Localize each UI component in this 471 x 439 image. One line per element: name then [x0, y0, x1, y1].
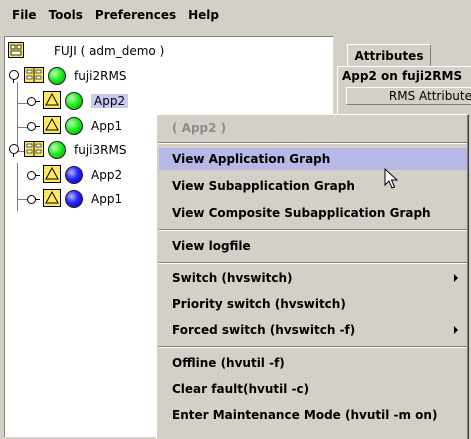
menu-item-label: Forced switch (hvswitch -f): [172, 323, 356, 337]
tree-node-fuji2rms[interactable]: fuji2RMS: [8, 64, 126, 88]
tree-root-label: FUJI ( adm_demo ): [54, 44, 165, 58]
expand-toggle-icon[interactable]: [27, 120, 40, 132]
context-menu: ( App2 ) View Application Graph View Sub…: [156, 114, 469, 439]
menu-item-offline[interactable]: Offline (hvutil -f): [159, 352, 467, 374]
menu-separator: [159, 142, 467, 144]
menu-item-label: Switch (hvswitch): [172, 271, 293, 285]
expand-toggle-icon[interactable]: [27, 193, 40, 205]
mouse-pointer-icon: [384, 167, 399, 193]
offline-status-icon: [65, 166, 83, 184]
tree-node-label: fuji3RMS: [74, 143, 127, 157]
tab-attributes[interactable]: Attributes: [347, 44, 431, 66]
menu-item-forced-switch[interactable]: Forced switch (hvswitch -f): [159, 319, 467, 341]
menu-tools[interactable]: Tools: [49, 8, 83, 22]
application-icon: [43, 90, 61, 112]
tree-node-label: App1: [91, 192, 123, 206]
tree-node-label: App2: [91, 94, 129, 108]
tree-node-label: App2: [91, 168, 123, 182]
server-icon: [24, 140, 44, 160]
menu-separator: [159, 229, 467, 231]
tree-node-fuji2rms-app2[interactable]: App2: [27, 89, 129, 113]
submenu-arrow-icon: [454, 274, 458, 282]
panel-title: App2 on fuji2RMS: [342, 69, 463, 83]
menu-separator: [159, 346, 467, 348]
menubar: File Tools Preferences Help: [0, 0, 471, 30]
menu-file[interactable]: File: [12, 8, 37, 22]
online-status-icon: [48, 141, 66, 159]
offline-status-icon: [65, 190, 83, 208]
menu-item-view-application-graph[interactable]: View Application Graph: [159, 148, 467, 170]
tree-node-fuji3rms-app2[interactable]: App2: [27, 163, 122, 187]
tree-root[interactable]: FUJI ( adm_demo ): [8, 39, 164, 63]
expand-toggle-icon[interactable]: [27, 95, 40, 107]
tree-node-fuji2rms-app1[interactable]: App1: [27, 114, 122, 138]
menu-preferences[interactable]: Preferences: [95, 8, 176, 22]
tree-node-label: App1: [91, 119, 123, 133]
menu-separator: [159, 262, 467, 264]
menu-item-clear-fault[interactable]: Clear fault(hvutil -c): [159, 378, 467, 400]
server-icon: [24, 66, 44, 86]
collapse-toggle-icon[interactable]: [8, 144, 20, 157]
cluster-icon: [8, 41, 24, 61]
tree-node-fuji3rms[interactable]: fuji3RMS: [8, 138, 126, 162]
tree-node-fuji3rms-app1[interactable]: App1: [27, 187, 122, 211]
menu-item-switch[interactable]: Switch (hvswitch): [159, 267, 467, 289]
column-header-rms-attribute[interactable]: RMS Attribute: [346, 87, 471, 105]
online-status-icon: [65, 117, 83, 135]
context-menu-header: ( App2 ): [172, 121, 227, 135]
app-window: File Tools Preferences Help FUJI (adm_d…: [0, 0, 471, 439]
menu-item-enter-maintenance-mode[interactable]: Enter Maintenance Mode (hvutil -m on): [159, 404, 467, 426]
online-status-icon: [65, 92, 83, 110]
menu-item-view-composite-subapplication-graph[interactable]: View Composite Subapplication Graph: [159, 202, 467, 224]
submenu-arrow-icon: [454, 326, 458, 334]
menu-item-view-subapplication-graph[interactable]: View Subapplication Graph: [159, 175, 467, 197]
application-icon: [43, 188, 61, 210]
expand-toggle-icon[interactable]: [27, 169, 40, 181]
collapse-toggle-icon[interactable]: [8, 70, 20, 83]
online-status-icon: [48, 67, 66, 85]
tree-node-label: fuji2RMS: [74, 69, 127, 83]
application-icon: [43, 164, 61, 186]
menu-item-priority-switch[interactable]: Priority switch (hvswitch): [159, 293, 467, 315]
application-icon: [43, 115, 61, 137]
menu-item-view-logfile[interactable]: View logfile: [159, 235, 467, 257]
menu-help[interactable]: Help: [188, 8, 219, 22]
